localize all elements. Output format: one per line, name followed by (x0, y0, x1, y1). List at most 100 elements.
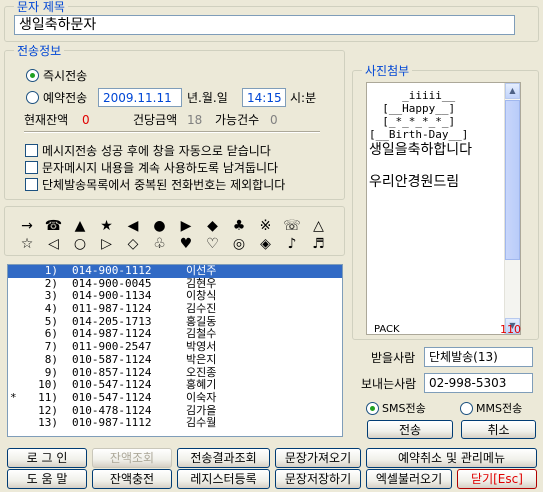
symbol-button[interactable]: → (15, 217, 39, 235)
send-button[interactable]: 전송 (367, 420, 453, 439)
scroll-thumb[interactable] (505, 100, 520, 260)
divider (24, 131, 320, 133)
scroll-up-icon[interactable]: ▲ (505, 83, 520, 99)
recipient-row[interactable]: 8) 010-587-1124 박은지 (8, 352, 342, 367)
row-name: 박은지 (186, 352, 217, 366)
symbol-button[interactable]: ◇ (121, 235, 145, 253)
recipient-row[interactable]: 13) 010-987-1112 김수월 (8, 417, 342, 430)
row-number: 13) (38, 416, 58, 430)
sender-input[interactable]: 02-998-5303 (424, 373, 533, 393)
cancel-button[interactable]: 취소 (461, 420, 536, 439)
help-button[interactable]: 도 움 말 (7, 469, 87, 489)
close-button[interactable]: 닫기[Esc] (457, 469, 537, 489)
photo-attach-legend: 사진첨부 (362, 64, 413, 78)
save-message-button[interactable]: 문장저장하기 (275, 469, 361, 489)
mms-label: MMS전송 (476, 402, 523, 415)
symbol-button[interactable]: △ (307, 217, 331, 235)
row-number: 11) (38, 390, 58, 404)
message-title-input[interactable]: 생일축하문자 (14, 15, 515, 35)
unit-price-label: 건당금액 (133, 113, 178, 127)
mms-radio[interactable] (460, 402, 473, 415)
symbol-button[interactable]: ♪ (280, 235, 304, 253)
reserved-send-radio[interactable] (26, 91, 39, 104)
immediate-send-radio[interactable] (26, 69, 39, 82)
sms-radio[interactable] (366, 402, 379, 415)
pack-label: PACK (374, 324, 400, 335)
symbol-button[interactable]: ◀ (121, 217, 145, 235)
recipient-list[interactable]: 1) 014-900-1112 이선주 2) 014-900-0045 김현우 3) 014-… (7, 264, 343, 437)
time-suffix-label: 시:분 (290, 91, 317, 105)
row-phone: 010-547-1124 (72, 378, 152, 392)
row-name: 김수월 (186, 416, 217, 430)
reserve-time-input[interactable]: 14:15 (242, 88, 286, 107)
message-title-legend: 문자 제목 (14, 0, 68, 14)
recharge-button[interactable]: 잔액충전 (92, 469, 172, 489)
sms-label: SMS전송 (382, 402, 426, 415)
recipient-row[interactable]: 12) 010-478-1124 김가을 (8, 404, 342, 418)
row-name: 이선주 (186, 264, 217, 277)
recipient-row[interactable]: 7) 011-900-2547 박영서 (8, 340, 342, 354)
row-number: 8) (44, 352, 58, 366)
recipient-row[interactable]: 10) 010-547-1124 홍혜기 (8, 378, 342, 392)
symbol-button[interactable]: ○ (68, 235, 92, 253)
reserved-send-label: 예약전송 (43, 91, 88, 105)
message-scrollbar[interactable]: ▲ ▼ (504, 83, 520, 334)
message-line-1: 생일을축하합니다 (369, 142, 473, 158)
symbol-button[interactable]: ※ (254, 217, 278, 235)
ascii-art: _iiiii__ [__Happy__] [_*_*_*_*_] [__Birt… (369, 89, 469, 141)
load-message-button[interactable]: 문장가져오기 (275, 448, 361, 468)
reservation-manage-button[interactable]: 예약취소 및 관리메뉴 (366, 448, 537, 468)
immediate-send-label: 즉시전송 (43, 69, 88, 83)
symbol-button[interactable]: ● (148, 217, 172, 235)
row-phone: 010-587-1124 (72, 352, 152, 366)
row-number: 10) (38, 378, 58, 392)
symbol-button[interactable]: ◈ (254, 235, 278, 253)
row-phone: 010-547-1124 (72, 390, 152, 404)
row-name: 김수진 (186, 302, 217, 316)
recipient-row[interactable]: * 11) 010-547-1124 이숙자 (8, 390, 342, 405)
exclude-duplicates-checkbox[interactable] (25, 178, 38, 191)
symbol-button[interactable]: ★ (95, 217, 119, 235)
recipient-row[interactable]: 6) 014-987-1124 김철수 (8, 328, 342, 341)
recipient-row[interactable]: 1) 014-900-1112 이선주 (8, 265, 342, 278)
pack-count: 110 (500, 323, 521, 336)
symbol-button[interactable]: ◁ (42, 235, 66, 253)
row-phone: 011-900-2547 (72, 340, 152, 354)
symbol-button[interactable]: ◆ (201, 217, 225, 235)
symbol-button[interactable]: ☆ (15, 235, 39, 253)
symbol-button[interactable]: ☏ (280, 217, 304, 235)
symbol-button[interactable]: ▲ (68, 217, 92, 235)
available-count-label: 가능건수 (215, 113, 260, 127)
symbol-button[interactable]: ☎ (42, 217, 66, 235)
balance-check-button[interactable]: 잔액조회 (92, 448, 172, 468)
registry-button[interactable]: 레지스터등록 (177, 469, 270, 489)
symbol-button[interactable]: ◎ (227, 235, 251, 253)
symbol-button[interactable]: ▷ (95, 235, 119, 253)
symbol-button[interactable]: ♥ (174, 235, 198, 253)
row-marker: * (10, 390, 17, 404)
row-number: 4) (44, 302, 58, 316)
keep-message-checkbox[interactable] (25, 161, 38, 174)
login-button[interactable]: 로 그 인 (7, 448, 87, 468)
recipient-row[interactable]: 2) 014-900-0045 김현우 (8, 277, 342, 291)
symbol-button[interactable]: ▶ (174, 217, 198, 235)
send-result-button[interactable]: 전송결과조회 (177, 448, 270, 468)
recipient-row[interactable]: 5) 014-205-1713 홍길동 (8, 315, 342, 329)
receiver-input[interactable]: 단체발송(13) (424, 347, 533, 367)
row-name: 이숙자 (186, 390, 217, 404)
receiver-label: 받을사람 (371, 351, 416, 365)
auto-close-checkbox[interactable] (25, 144, 38, 157)
exclude-duplicates-label: 단체발송목록에서 중복된 전화번호는 제외합니다 (42, 178, 286, 192)
excel-import-button[interactable]: 엑셀불러오기 (366, 469, 452, 489)
recipient-row[interactable]: 3) 014-900-1134 이창식 (8, 290, 342, 303)
recipient-row[interactable]: 4) 011-987-1124 김수진 (8, 302, 342, 316)
recipient-row[interactable]: 9) 010-857-1124 오진종 (8, 366, 342, 380)
symbol-button[interactable]: ♬ (307, 235, 331, 253)
row-phone: 011-987-1124 (72, 302, 152, 316)
reserve-date-input[interactable]: 2009.11.11 (98, 88, 182, 107)
symbol-button[interactable]: ♧ (148, 235, 172, 253)
symbol-button[interactable]: ♣ (227, 217, 251, 235)
symbol-button[interactable]: ♡ (201, 235, 225, 253)
message-content-area[interactable]: _iiiii__ [__Happy__] [_*_*_*_*_] [__Birt… (366, 82, 521, 335)
keep-message-label: 문자메시지 내용을 계속 사용하도록 남겨둡니다 (42, 161, 279, 175)
